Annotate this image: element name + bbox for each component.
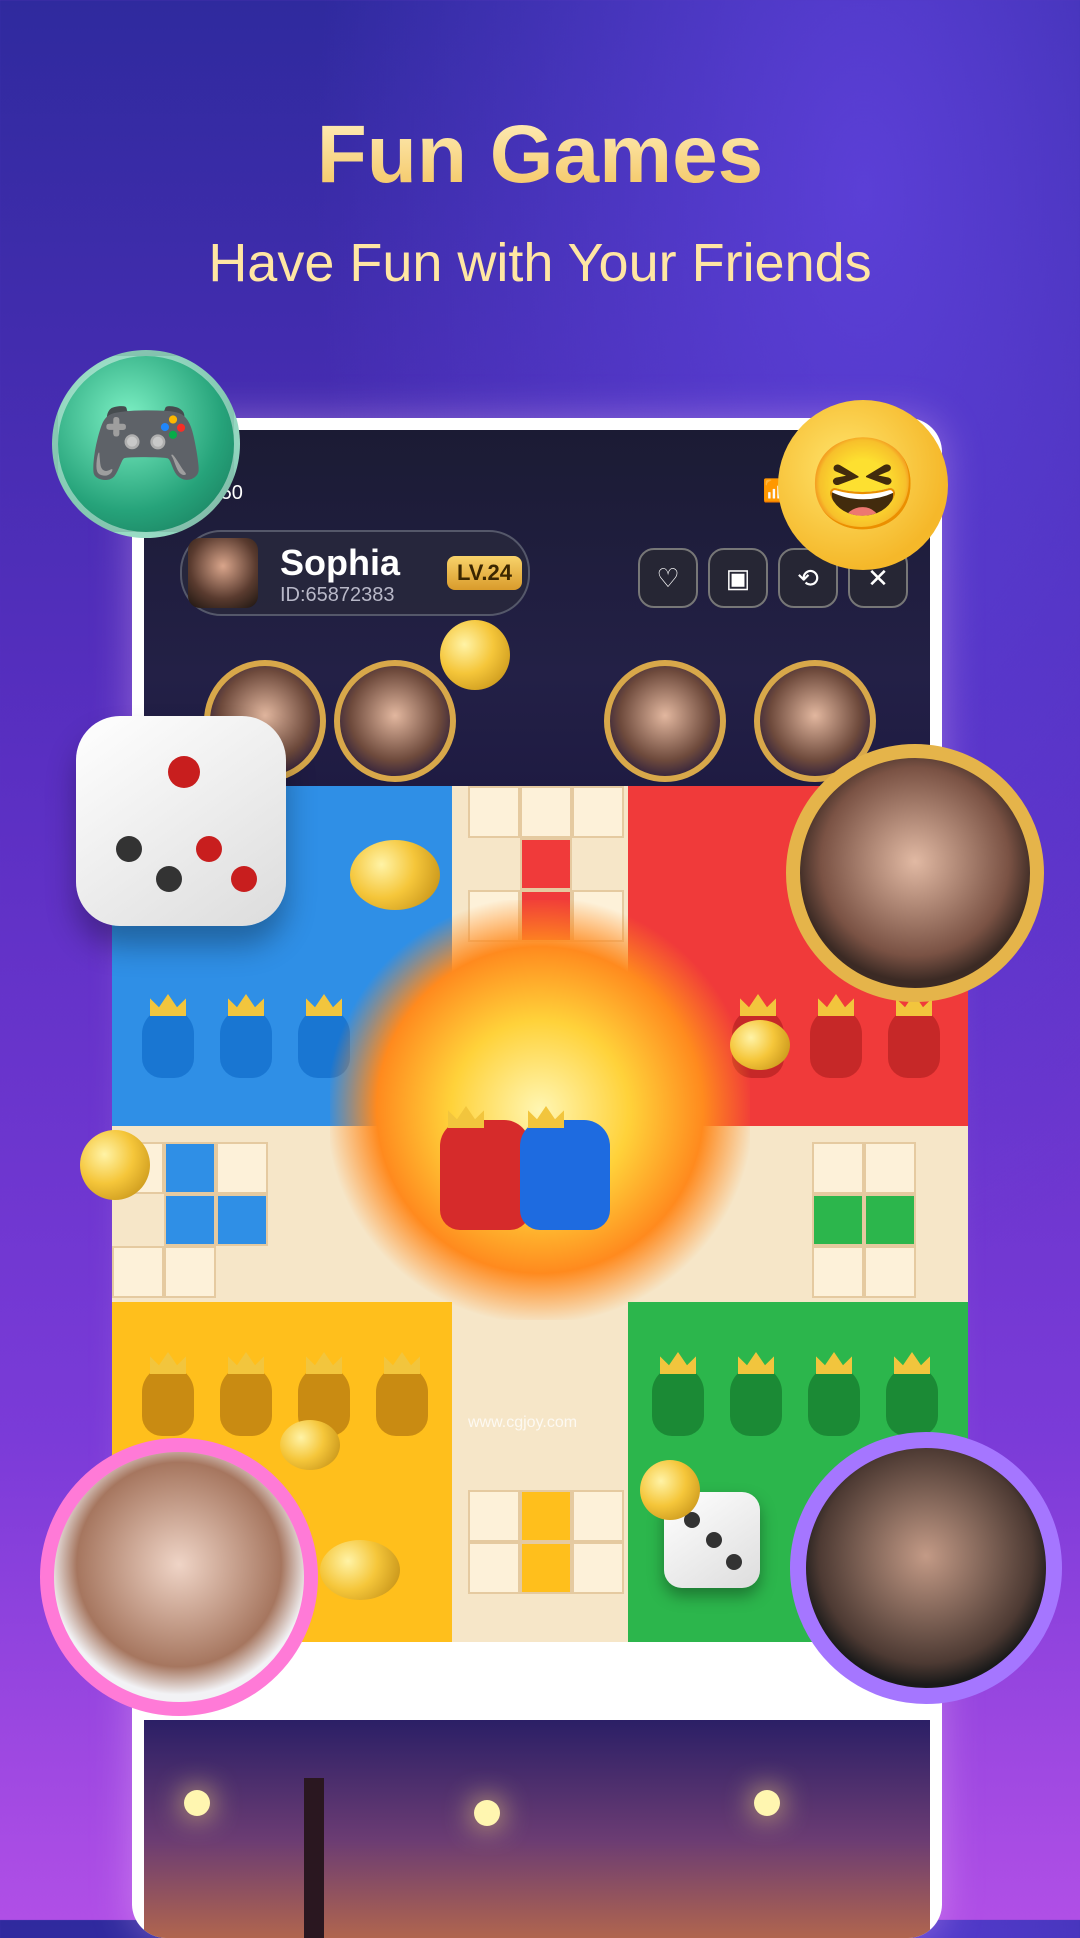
board-cell	[864, 1194, 916, 1246]
dice-pip	[231, 866, 257, 892]
coin-icon	[80, 1130, 150, 1200]
dice-icon	[76, 716, 286, 926]
heart-icon: ♡	[656, 563, 680, 593]
coin-icon	[730, 1020, 790, 1070]
board-cell	[216, 1194, 268, 1246]
bottom-scene-decoration	[144, 1720, 930, 1938]
lamp-icon	[184, 1790, 210, 1816]
blue-pawn[interactable]	[220, 1008, 272, 1078]
profile-id: ID:65872383	[280, 584, 395, 606]
board-cell	[812, 1246, 864, 1298]
player-avatar[interactable]	[604, 660, 726, 782]
red-pawn[interactable]	[810, 1008, 862, 1078]
board-cell	[572, 786, 624, 838]
board-cell	[468, 1490, 520, 1542]
lamp-icon	[474, 1800, 500, 1826]
player-avatar-frame[interactable]	[790, 1432, 1062, 1704]
board-cell	[520, 838, 572, 890]
green-pawn[interactable]	[808, 1366, 860, 1436]
yellow-pawn[interactable]	[142, 1366, 194, 1436]
palm-tree-icon	[304, 1778, 324, 1938]
player-avatar-frame[interactable]	[40, 1438, 318, 1716]
watermark: www.cgjoy.com	[468, 1414, 578, 1431]
board-cell	[216, 1142, 268, 1194]
bag-button[interactable]: ▣	[708, 548, 768, 608]
board-cell	[864, 1142, 916, 1194]
coin-icon	[320, 1540, 400, 1600]
coin-icon	[640, 1460, 700, 1520]
green-pawn[interactable]	[730, 1366, 782, 1436]
board-cell	[112, 1246, 164, 1298]
coin-icon	[350, 840, 440, 910]
dice-pip	[156, 866, 182, 892]
laughing-emoji-icon: 😆	[778, 400, 948, 570]
coin-icon	[440, 620, 510, 690]
board-cell	[864, 1246, 916, 1298]
player-avatar[interactable]	[334, 660, 456, 782]
red-pawn[interactable]	[888, 1008, 940, 1078]
board-cell	[164, 1246, 216, 1298]
blue-pawn[interactable]	[142, 1008, 194, 1078]
gamepad-icon: 🎮	[52, 350, 240, 538]
board-cell	[164, 1142, 216, 1194]
board-cell	[468, 786, 520, 838]
red-pawn[interactable]	[440, 1120, 530, 1230]
yellow-pawn[interactable]	[376, 1366, 428, 1436]
board-cell	[520, 786, 572, 838]
bag-icon: ▣	[725, 563, 751, 593]
green-pawn[interactable]	[652, 1366, 704, 1436]
board-cell	[164, 1194, 216, 1246]
yellow-pawn[interactable]	[220, 1366, 272, 1436]
coin-icon	[280, 1420, 340, 1470]
share-icon: ⟲	[797, 563, 819, 593]
favorite-button[interactable]: ♡	[638, 548, 698, 608]
dice-pip	[726, 1554, 742, 1570]
collision-burst	[330, 900, 750, 1320]
profile-name: Sophia	[280, 542, 401, 583]
level-badge: LV.24	[446, 556, 522, 590]
board-cell	[812, 1142, 864, 1194]
lamp-icon	[754, 1790, 780, 1816]
dice-pip	[168, 756, 200, 788]
board-cell	[812, 1194, 864, 1246]
board-cell	[468, 1542, 520, 1594]
board-cell	[520, 1542, 572, 1594]
blue-pawn[interactable]	[520, 1120, 610, 1230]
page-title: Fun Games	[0, 108, 1080, 202]
avatar[interactable]	[188, 538, 258, 608]
board-cell	[572, 1542, 624, 1594]
dice-pip	[116, 836, 142, 862]
board-cell	[572, 1490, 624, 1542]
board-cell	[520, 1490, 572, 1542]
dice-pip	[706, 1532, 722, 1548]
profile-card[interactable]: Sophia ID:65872383 LV.24	[180, 530, 530, 616]
page-subtitle: Have Fun with Your Friends	[208, 233, 872, 293]
player-avatar-frame[interactable]	[786, 744, 1044, 1002]
green-pawn[interactable]	[886, 1366, 938, 1436]
dice-pip	[196, 836, 222, 862]
